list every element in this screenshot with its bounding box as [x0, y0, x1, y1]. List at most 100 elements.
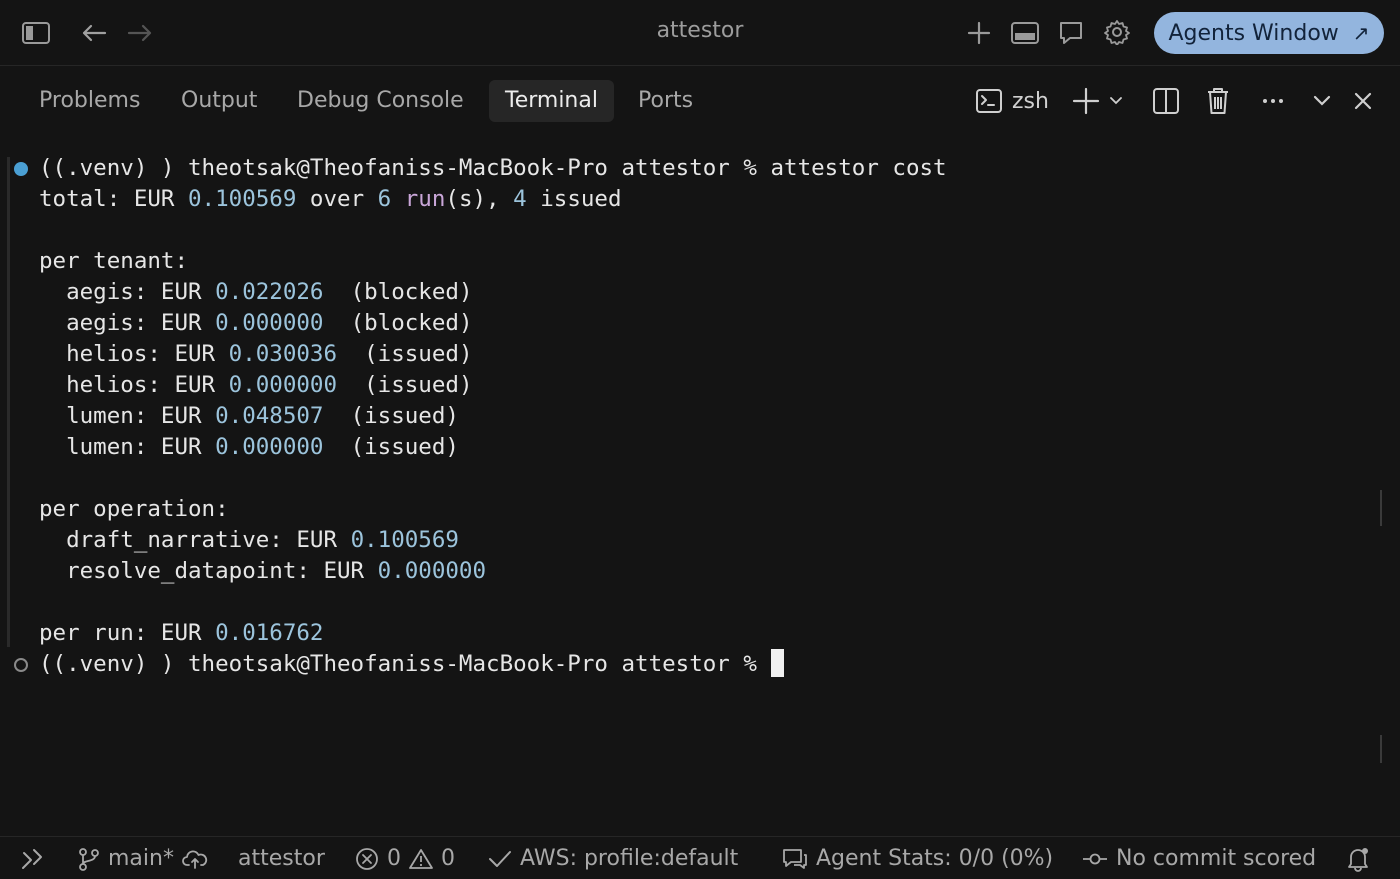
close-panel-icon[interactable]: [1348, 86, 1378, 116]
new-terminal-plus-icon[interactable]: [1070, 86, 1102, 116]
total-run-paren: (s),: [445, 186, 514, 212]
tenant-name: helios: EUR: [39, 372, 229, 398]
tenant-name: helios: EUR: [39, 341, 229, 367]
panel-header: Problems Output Debug Console Terminal P…: [0, 67, 1400, 135]
tenant-line: aegis: EUR 0.022026 (blocked): [39, 277, 473, 308]
per-run-prefix: per run: EUR: [39, 620, 216, 646]
agent-stats-label: Agent Stats: 0/0 (0%): [816, 846, 1054, 871]
total-amount: 0.100569: [188, 186, 297, 212]
per-run-line: per run: EUR 0.016762: [39, 618, 323, 649]
prompt-line: ((.venv) ) theotsak@Theofaniss-MacBook-P…: [39, 155, 947, 181]
total-runs: 6: [377, 186, 392, 212]
prompt-line[interactable]: ((.venv) ) theotsak@Theofaniss-MacBook-P…: [39, 649, 784, 680]
command-decoration-dot[interactable]: [14, 658, 28, 672]
operation-amount: 0.000000: [377, 558, 487, 584]
more-icon[interactable]: [1258, 86, 1288, 116]
operation-name: resolve_datapoint: EUR: [39, 558, 378, 584]
tenant-name: aegis: EUR: [39, 310, 216, 336]
remote-icon: [22, 849, 42, 869]
tenant-amount: 0.022026: [215, 279, 324, 305]
chat-stats-icon: [783, 849, 807, 869]
scrollbar-marker[interactable]: [1380, 735, 1382, 763]
operation-line: resolve_datapoint: EUR 0.000000: [39, 556, 486, 587]
total-over: over: [296, 186, 378, 212]
tenant-status: (issued): [337, 341, 473, 367]
notifications-bell[interactable]: [1346, 845, 1370, 873]
tenant-status: (issued): [323, 434, 459, 460]
check-icon: [489, 851, 511, 867]
agents-window-button[interactable]: Agents Window ↗: [1154, 12, 1384, 54]
cloud-upload-icon[interactable]: [182, 848, 208, 870]
operation-name: draft_narrative: EUR: [39, 527, 351, 553]
per-operation-header: per operation:: [39, 496, 229, 522]
agents-window-label: Agents Window: [1168, 20, 1339, 46]
toggle-panel-icon[interactable]: [1010, 18, 1040, 48]
total-issued-count: 4: [513, 186, 527, 212]
remote-indicator[interactable]: [20, 845, 44, 873]
error-icon: [356, 848, 378, 870]
warning-count: 0: [441, 846, 455, 871]
tenant-line: lumen: EUR 0.000000 (issued): [39, 432, 459, 463]
scrollbar-marker[interactable]: [1380, 490, 1382, 526]
tenant-name: aegis: EUR: [39, 279, 216, 305]
aws-profile-label: AWS: profile:default: [520, 846, 739, 871]
aws-profile-indicator[interactable]: AWS: profile:default: [488, 845, 738, 873]
tenant-line: aegis: EUR 0.000000 (blocked): [39, 308, 473, 339]
tenant-amount: 0.000000: [215, 434, 324, 460]
problems-indicator[interactable]: 0 0: [355, 845, 455, 873]
terminal-name: zsh: [1012, 88, 1049, 114]
total-issued-word: issued: [526, 186, 622, 212]
tab-debug-console[interactable]: Debug Console: [281, 80, 480, 122]
terminal-view[interactable]: ((.venv) ) theotsak@Theofaniss-MacBook-P…: [0, 135, 1400, 835]
new-icon[interactable]: [964, 18, 994, 48]
tenant-line: lumen: EUR 0.048507 (issued): [39, 401, 459, 432]
tenant-name: lumen: EUR: [39, 434, 216, 460]
warning-icon: [409, 849, 433, 869]
chat-icon[interactable]: [1056, 18, 1086, 48]
command-decoration-dot[interactable]: [14, 162, 28, 176]
bell-icon: [1348, 848, 1368, 872]
folder-indicator[interactable]: attestor: [238, 845, 325, 873]
command-group-bar: [7, 157, 10, 647]
tab-ports[interactable]: Ports: [622, 80, 709, 122]
chevron-down-icon[interactable]: [1106, 91, 1126, 111]
prompt-text: ((.venv) ) theotsak@Theofaniss-MacBook-P…: [39, 651, 771, 677]
terminal-selector[interactable]: zsh: [976, 87, 1049, 115]
operation-amount: 0.100569: [350, 527, 459, 553]
tenant-status: (issued): [337, 372, 473, 398]
tenant-status: (blocked): [323, 310, 473, 336]
terminal-icon: [976, 89, 1002, 113]
tenant-name: lumen: EUR: [39, 403, 216, 429]
title-bar: attestor Agents Window ↗: [0, 0, 1400, 66]
terminal-cursor: [770, 649, 784, 677]
collapse-panel-icon[interactable]: [1307, 86, 1337, 116]
tab-problems[interactable]: Problems: [23, 80, 156, 122]
branch-name: main*: [108, 846, 174, 871]
tenant-status: (issued): [323, 403, 459, 429]
total-line: total: EUR 0.100569 over 6 run(s), 4 iss…: [39, 184, 622, 215]
commit-score-label: No commit scored: [1116, 846, 1317, 871]
tenant-line: helios: EUR 0.030036 (issued): [39, 339, 473, 370]
tenant-amount: 0.000000: [215, 310, 324, 336]
total-prefix: total: EUR: [39, 186, 189, 212]
per-run-amount: 0.016762: [215, 620, 324, 646]
agent-stats-indicator[interactable]: Agent Stats: 0/0 (0%): [782, 845, 1053, 873]
external-arrow-icon: ↗: [1352, 21, 1370, 45]
split-terminal-icon[interactable]: [1151, 86, 1181, 116]
settings-gear-icon[interactable]: [1102, 17, 1132, 47]
git-branch-icon: [79, 848, 99, 871]
tenant-amount: 0.030036: [228, 341, 338, 367]
tenant-amount: 0.048507: [215, 403, 324, 429]
commit-score-indicator[interactable]: No commit scored: [1082, 845, 1316, 873]
branch-indicator[interactable]: main*: [78, 845, 208, 873]
tab-terminal[interactable]: Terminal: [489, 80, 614, 122]
tenant-amount: 0.000000: [228, 372, 338, 398]
error-count: 0: [387, 846, 401, 871]
tenant-status: (blocked): [323, 279, 473, 305]
total-run-word: run: [391, 186, 446, 212]
trash-icon[interactable]: [1203, 86, 1233, 116]
operation-line: draft_narrative: EUR 0.100569: [39, 525, 459, 556]
per-tenant-header: per tenant:: [39, 248, 189, 274]
tenant-line: helios: EUR 0.000000 (issued): [39, 370, 473, 401]
tab-output[interactable]: Output: [165, 80, 273, 122]
